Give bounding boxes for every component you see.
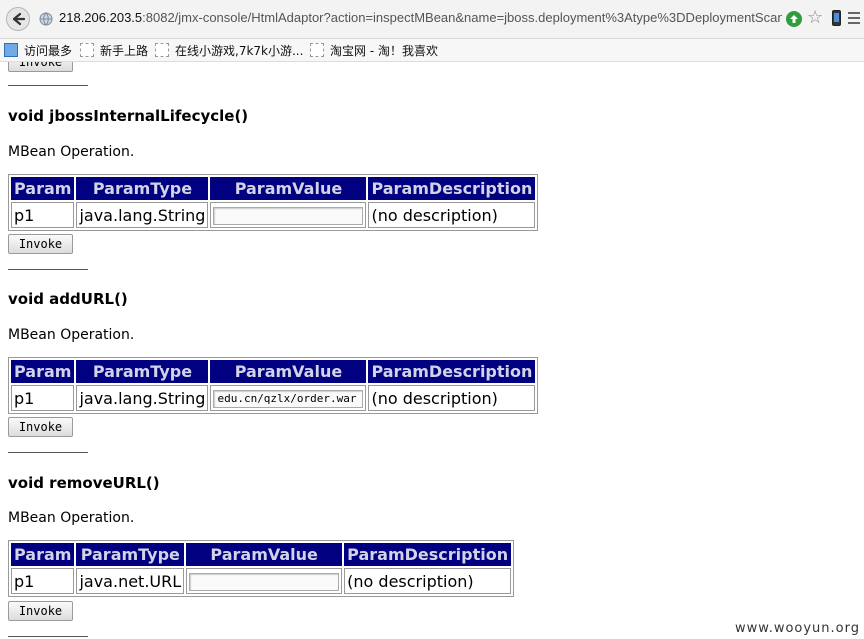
divider bbox=[8, 636, 88, 637]
bookmark-most-visited[interactable]: 访问最多 bbox=[4, 42, 72, 59]
table-row: p1 java.net.URL (no description) bbox=[11, 568, 512, 594]
watermark: www.wooyun.org bbox=[734, 621, 860, 636]
bookmark-label: 访问最多 bbox=[24, 44, 73, 58]
column-header: Param bbox=[11, 360, 75, 383]
browser-toolbar: 218.206.203.5:8082/jmx-console/HtmlAdapt… bbox=[0, 0, 864, 39]
menu-icon[interactable] bbox=[848, 12, 860, 27]
params-table: Param ParamType ParamValue ParamDescript… bbox=[8, 174, 539, 231]
go-arrow-icon[interactable] bbox=[786, 11, 802, 27]
column-header: ParamValue bbox=[210, 360, 367, 383]
table-row: p1 java.lang.String (no description) bbox=[11, 202, 536, 228]
invoke-button[interactable]: Invoke bbox=[8, 417, 73, 437]
param-name: p1 bbox=[11, 568, 75, 594]
column-header: ParamType bbox=[76, 177, 209, 200]
column-header: ParamValue bbox=[210, 177, 367, 200]
param-type: java.lang.String bbox=[76, 385, 209, 411]
column-header: Param bbox=[11, 543, 75, 566]
param-value-cell bbox=[210, 202, 367, 228]
param-description: (no description) bbox=[368, 202, 536, 228]
param-value-input[interactable] bbox=[189, 572, 340, 591]
column-header: ParamValue bbox=[186, 543, 343, 566]
phone-icon[interactable] bbox=[832, 10, 841, 26]
param-value-cell bbox=[186, 568, 343, 594]
address-bar[interactable]: 218.206.203.5:8082/jmx-console/HtmlAdapt… bbox=[59, 10, 782, 25]
invoke-button[interactable]: Invoke bbox=[8, 62, 73, 72]
param-name: p1 bbox=[11, 202, 75, 228]
operation-title: void addURL() bbox=[8, 290, 128, 308]
operation-description: MBean Operation. bbox=[8, 510, 135, 526]
bookmark-label: 淘宝网 - 淘！我喜欢 bbox=[330, 44, 438, 58]
param-value-cell: edu.cn/qzlx/order.war bbox=[210, 385, 367, 411]
table-header-row: Param ParamType ParamValue ParamDescript… bbox=[11, 543, 512, 566]
param-value-input[interactable]: edu.cn/qzlx/order.war bbox=[213, 389, 364, 408]
column-header: ParamType bbox=[76, 360, 209, 383]
param-name: p1 bbox=[11, 385, 75, 411]
column-header: ParamDescription bbox=[368, 177, 536, 200]
bookmark-folder-icon bbox=[4, 43, 18, 57]
table-header-row: Param ParamType ParamValue ParamDescript… bbox=[11, 360, 536, 383]
bookmark-label: 在线小游戏,7k7k小游... bbox=[175, 44, 304, 58]
page-content: Invoke void jbossInternalLifecycle() MBe… bbox=[0, 62, 864, 639]
url-host: 218.206.203.5 bbox=[59, 10, 143, 25]
table-row: p1 java.lang.String edu.cn/qzlx/order.wa… bbox=[11, 385, 536, 411]
divider bbox=[8, 269, 88, 270]
param-description: (no description) bbox=[344, 568, 512, 594]
params-table: Param ParamType ParamValue ParamDescript… bbox=[8, 357, 539, 414]
column-header: Param bbox=[11, 177, 75, 200]
page-icon bbox=[310, 43, 324, 57]
param-value-input[interactable] bbox=[213, 206, 364, 225]
table-header-row: Param ParamType ParamValue ParamDescript… bbox=[11, 177, 536, 200]
star-icon[interactable]: ☆ bbox=[807, 9, 823, 27]
operation-description: MBean Operation. bbox=[8, 144, 135, 160]
param-description: (no description) bbox=[368, 385, 536, 411]
params-table: Param ParamType ParamValue ParamDescript… bbox=[8, 540, 515, 597]
bookmark-games[interactable]: 在线小游戏,7k7k小游... bbox=[155, 42, 303, 59]
operation-description: MBean Operation. bbox=[8, 327, 135, 343]
url-path: :8082/jmx-console/HtmlAdaptor?action=ins… bbox=[142, 10, 782, 25]
operation-title: void removeURL() bbox=[8, 474, 160, 492]
invoke-button[interactable]: Invoke bbox=[8, 601, 73, 621]
column-header: ParamDescription bbox=[368, 360, 536, 383]
param-type: java.lang.String bbox=[76, 202, 209, 228]
column-header: ParamDescription bbox=[344, 543, 512, 566]
bookmarks-bar: 访问最多 新手上路 在线小游戏,7k7k小游... 淘宝网 - 淘！我喜欢 bbox=[0, 39, 864, 62]
page-icon bbox=[155, 43, 169, 57]
bookmark-taobao[interactable]: 淘宝网 - 淘！我喜欢 bbox=[310, 42, 438, 59]
divider bbox=[8, 452, 88, 453]
bookmark-label: 新手上路 bbox=[100, 44, 149, 58]
back-arrow-icon[interactable] bbox=[6, 7, 30, 31]
column-header: ParamType bbox=[76, 543, 185, 566]
globe-icon bbox=[39, 12, 53, 26]
page-icon bbox=[80, 43, 94, 57]
operation-title: void jbossInternalLifecycle() bbox=[8, 107, 249, 125]
bookmark-getting-started[interactable]: 新手上路 bbox=[80, 42, 148, 59]
param-type: java.net.URL bbox=[76, 568, 185, 594]
invoke-button[interactable]: Invoke bbox=[8, 234, 73, 254]
divider bbox=[8, 85, 88, 86]
